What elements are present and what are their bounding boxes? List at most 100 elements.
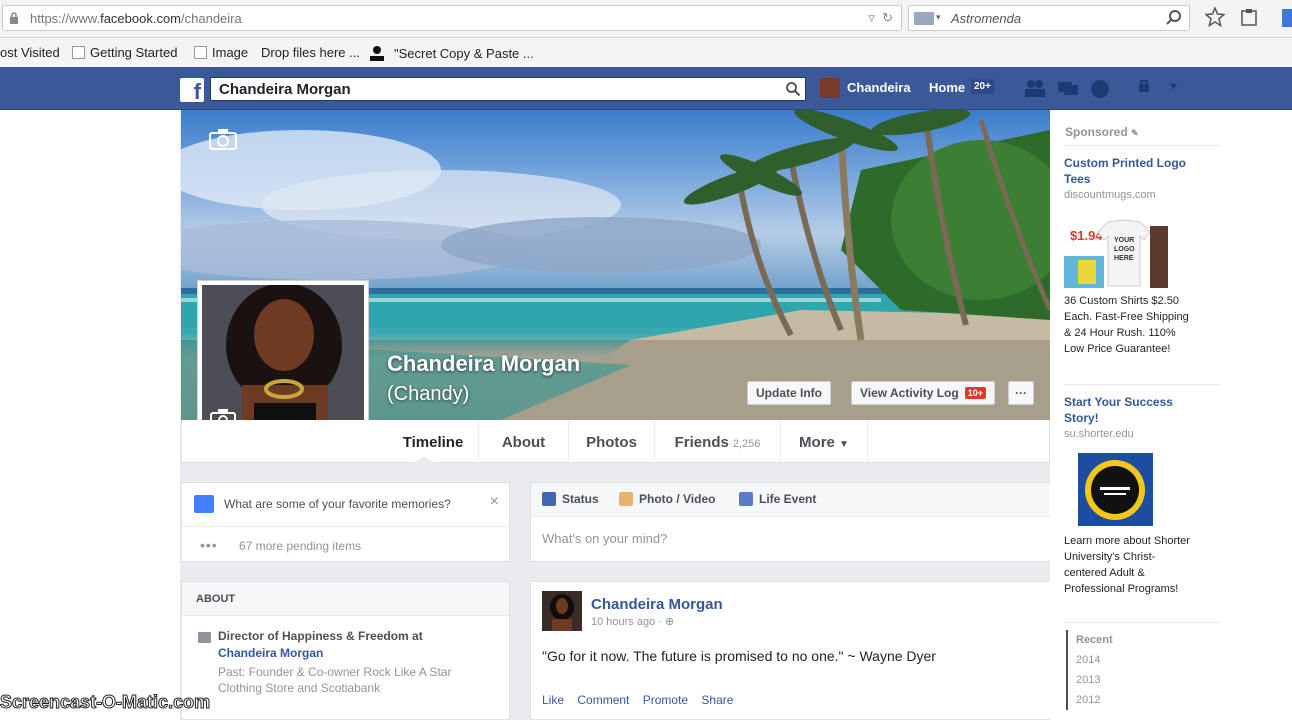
- pencil-icon: [542, 492, 556, 506]
- year-2012[interactable]: 2012: [1068, 690, 1126, 710]
- watermark: Screencast-O-Matic.com: [0, 692, 211, 713]
- browser-search-field[interactable]: ▾ Astromenda: [908, 5, 1190, 31]
- bookmarks-bar: ost Visited Getting Started Image Drop f…: [0, 38, 1292, 67]
- briefcase-icon: [198, 632, 211, 643]
- about-card: ABOUT Director of Happiness & Freedom at…: [181, 581, 510, 720]
- search-icon[interactable]: [1165, 9, 1183, 27]
- friends-count: 2,256: [732, 438, 761, 450]
- job-title: Director of Happiness & Freedom at: [218, 629, 423, 643]
- timeline-year-nav: Recent 2014 2013 2012: [1066, 630, 1126, 710]
- avatar[interactable]: [820, 78, 840, 98]
- ad-title[interactable]: Start Your Success Story!: [1064, 394, 1204, 426]
- url-text: https://www.facebook.com/chandeira: [30, 11, 242, 26]
- memories-icon: [194, 495, 214, 513]
- person-icon: [368, 45, 386, 61]
- caret-down-icon: ▼: [839, 439, 849, 450]
- bookmark-secret-copy[interactable]: "Secret Copy & Paste ...: [368, 45, 534, 61]
- about-header[interactable]: ABOUT: [182, 582, 509, 616]
- year-2013[interactable]: 2013: [1068, 670, 1126, 690]
- left-margin: [0, 110, 180, 720]
- profile-link[interactable]: Chandeira: [847, 80, 911, 95]
- tab-status[interactable]: Status: [542, 492, 599, 506]
- camera-icon[interactable]: [209, 128, 237, 150]
- bookmark-drop-files[interactable]: Drop files here ...: [261, 45, 360, 60]
- shirt-text: YOUR LOGO HERE: [1114, 237, 1135, 262]
- chevron-down-icon[interactable]: ▾: [936, 12, 941, 23]
- comment-link[interactable]: Comment: [577, 693, 629, 707]
- ad-description: Learn more about Shorter University's Ch…: [1064, 535, 1190, 595]
- ad-domain: su.shorter.edu: [1064, 428, 1134, 440]
- search-icon[interactable]: [785, 81, 801, 97]
- bookmark-getting-started[interactable]: Getting Started: [72, 45, 177, 60]
- tab-friends[interactable]: Friends 2,256: [654, 420, 780, 463]
- employer-link[interactable]: Chandeira Morgan: [218, 646, 323, 660]
- year-recent[interactable]: Recent: [1068, 630, 1126, 650]
- clipboard-icon[interactable]: [1240, 7, 1258, 27]
- post-author[interactable]: Chandeira Morgan: [591, 596, 723, 613]
- pending-items-link[interactable]: 67 more pending items: [239, 539, 361, 553]
- timeline-post: Chandeira Morgan 10 hours ago · ⊕ "Go fo…: [530, 581, 1051, 720]
- photo-icon: [619, 492, 633, 506]
- globe-icon: ⊕: [665, 616, 675, 628]
- profile-name: Chandeira Morgan: [387, 351, 581, 376]
- ad-image[interactable]: $1.94 YOUR LOGO HERE: [1064, 216, 1168, 288]
- post-actions: Like Comment Promote Share: [542, 693, 743, 707]
- promote-link[interactable]: Promote: [643, 693, 688, 707]
- reload-icon[interactable]: ▿ ↻: [868, 10, 893, 26]
- home-link[interactable]: Home: [929, 80, 965, 95]
- lock-icon: [10, 12, 18, 24]
- page-icon: [72, 46, 85, 59]
- bookmark-star-icon[interactable]: [1205, 7, 1225, 27]
- post-timestamp[interactable]: 10 hours ago · ⊕: [591, 615, 674, 628]
- chevron-down-icon[interactable]: ▼: [1168, 81, 1179, 93]
- avatar[interactable]: [542, 591, 582, 631]
- dots-icon: •••: [200, 537, 218, 553]
- bookmark-image[interactable]: Image: [194, 45, 248, 60]
- profile-nickname: (Chandy): [387, 383, 470, 405]
- sponsored-label: Sponsored ✎: [1065, 125, 1139, 139]
- browser-toolbar: https://www.facebook.com/chandeira ▿ ↻ ▾…: [0, 0, 1292, 38]
- memories-card: What are some of your favorite memories?…: [181, 482, 510, 562]
- activity-count-badge: 10+: [964, 387, 986, 399]
- status-input[interactable]: What's on your mind?: [542, 531, 667, 546]
- ad-domain: discountmugs.com: [1064, 189, 1156, 201]
- past-work: Past: Founder & Co-owner Rock Like A Sta…: [218, 665, 452, 695]
- home-count-badge: 20+: [971, 79, 994, 94]
- view-activity-log-button[interactable]: View Activity Log 10+: [851, 381, 995, 405]
- tab-timeline[interactable]: Timeline: [388, 420, 478, 463]
- like-link[interactable]: Like: [542, 693, 564, 707]
- edit-icon[interactable]: ✎: [1131, 128, 1139, 138]
- messages-icon[interactable]: [1057, 79, 1079, 97]
- close-icon[interactable]: ×: [490, 493, 499, 511]
- memories-prompt[interactable]: What are some of your favorite memories?: [224, 497, 451, 511]
- year-2014[interactable]: 2014: [1068, 650, 1126, 670]
- flag-icon: [739, 492, 753, 506]
- ad-description: 36 Custom Shirts $2.50 Each. Fast-Free S…: [1064, 295, 1189, 355]
- ad-price: $1.94: [1070, 228, 1103, 243]
- post-body: "Go for it now. The future is promised t…: [542, 648, 936, 664]
- tab-more[interactable]: More ▼: [780, 420, 868, 463]
- facebook-logo-icon[interactable]: f: [180, 78, 204, 102]
- update-info-button[interactable]: Update Info: [747, 381, 831, 405]
- tab-photo-video[interactable]: Photo / Video: [619, 492, 715, 506]
- tab-photos[interactable]: Photos: [568, 420, 654, 463]
- share-link[interactable]: Share: [701, 693, 733, 707]
- status-composer: Status Photo / Video Life Event What's o…: [530, 482, 1051, 562]
- browser-search-placeholder: Astromenda: [951, 11, 1022, 26]
- more-options-button[interactable]: ···: [1008, 381, 1034, 405]
- facebook-top-bar: f Chandeira Morgan Chandeira Home 20+ ▼: [0, 67, 1292, 110]
- globe-notifications-icon[interactable]: [1090, 79, 1110, 99]
- address-bar[interactable]: https://www.facebook.com/chandeira ▿ ↻: [2, 5, 902, 31]
- ad-title[interactable]: Custom Printed Logo Tees: [1064, 155, 1194, 187]
- download-arrow-icon[interactable]: [1282, 9, 1292, 27]
- ad-image[interactable]: [1078, 453, 1153, 526]
- page-icon: [194, 46, 207, 59]
- tab-about[interactable]: About: [478, 420, 568, 463]
- search-engine-icon[interactable]: [914, 12, 934, 25]
- facebook-search-input[interactable]: Chandeira Morgan: [210, 77, 806, 101]
- privacy-shortcuts-icon[interactable]: [1137, 79, 1157, 97]
- friend-requests-icon[interactable]: [1024, 79, 1046, 97]
- profile-tabs: Timeline About Photos Friends 2,256 More …: [181, 420, 1050, 463]
- bookmark-most-visited[interactable]: ost Visited: [0, 45, 60, 60]
- tab-life-event[interactable]: Life Event: [739, 492, 816, 506]
